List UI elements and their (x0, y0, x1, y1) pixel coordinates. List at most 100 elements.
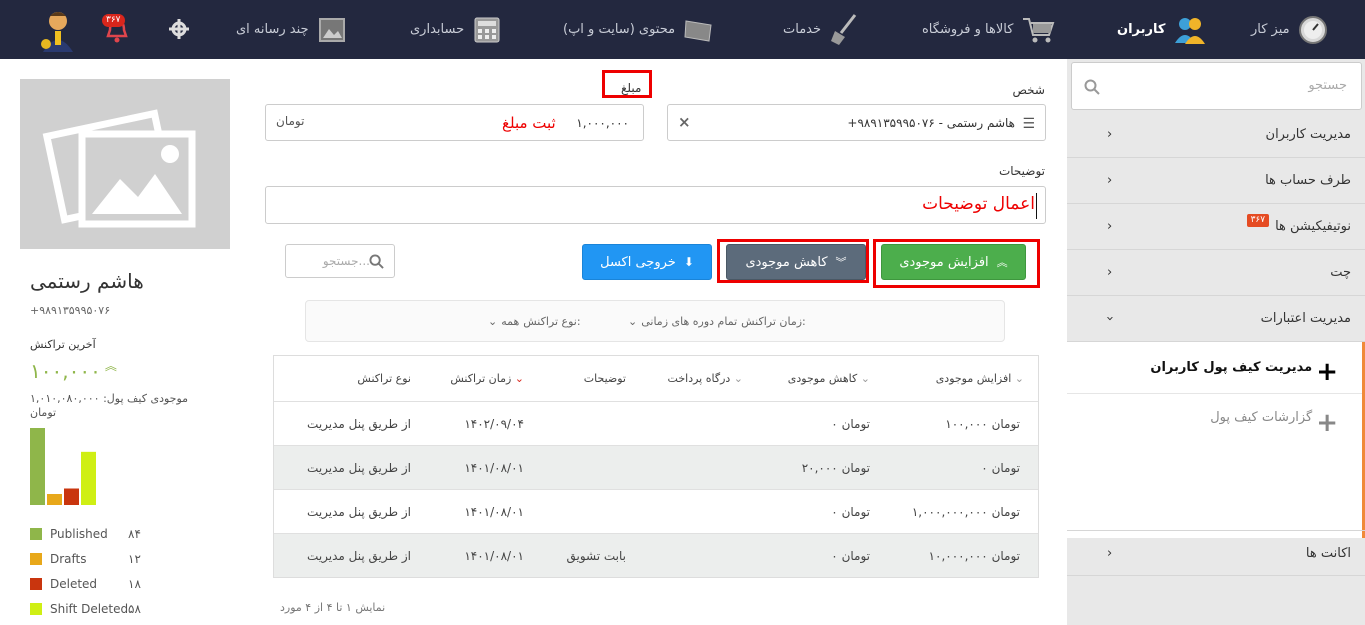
double-chevron-up-icon: ︽ (104, 358, 117, 373)
filter-bar: ⌄ تمام دوره های زمانی زمان تراکنش: ⌄ همه… (305, 300, 1005, 342)
right-sidebar: جستجو › مدیریت کاربران › طرف حساب ها › ۳… (1067, 59, 1365, 625)
speedometer-icon (1298, 15, 1327, 44)
notification-badge: ۳۶۷ (102, 14, 125, 27)
person-select[interactable]: ☰ +۹۸۹۱۳۵۹۹۵۰۷۶ - هاشم رستمی × (667, 104, 1046, 141)
legend-shift-deleted: Shift Deleted ۵۸ (30, 601, 150, 617)
header-decrease[interactable]: کاهش موجودی ⌄ (788, 356, 870, 401)
shopping-cart-icon (1023, 17, 1055, 42)
legend-swatch (30, 553, 42, 565)
top-navbar: میز کار کاربران کالاها و فروشگاه خدمات م… (0, 0, 1365, 59)
wallet-unit: تومان (30, 406, 57, 419)
amount-label-highlight (602, 70, 652, 98)
sidebar-item-accounts[interactable]: › اکانت ها (1067, 530, 1365, 576)
sidebar-item-chat[interactable]: › چت (1067, 250, 1365, 296)
last-transaction-label: آخرین تراکنش (30, 338, 96, 351)
search-icon (369, 254, 384, 269)
table-row[interactable]: ۱,۰۰۰,۰۰۰,۰۰۰ تومان ۰ تومان ۱۴۰۱/۰۸/۰۱ ا… (274, 489, 1038, 533)
notifications-button[interactable]: ۳۶۷ (102, 12, 132, 44)
chevron-left-icon: › (1107, 265, 1113, 280)
image-placeholder-icon (42, 109, 196, 228)
table-row[interactable]: ۱۰,۰۰۰,۰۰۰ تومان ۰ تومان بابت تشویق ۱۴۰۱… (274, 533, 1038, 577)
nav-accounting[interactable]: حسابداری (410, 0, 502, 59)
search-icon (1084, 79, 1100, 95)
clear-icon[interactable]: × (678, 113, 691, 131)
table-header: افزایش موجودی ⌄ کاهش موجودی ⌄ درگاه پردا… (274, 356, 1038, 401)
bar-deleted (64, 488, 79, 505)
wallet-balance: موجودی کیف پول: ۱,۰۱۰,۰۸۰,۰۰۰ (30, 392, 189, 405)
transactions-table: افزایش موجودی ⌄ کاهش موجودی ⌄ درگاه پردا… (273, 355, 1039, 578)
type-filter-dropdown[interactable]: ⌄ همه نوع تراکنش: (488, 315, 581, 328)
header-increase[interactable]: افزایش موجودی ⌄ (936, 356, 1024, 401)
nav-products-store[interactable]: کالاها و فروشگاه (922, 0, 1055, 59)
legend-drafts: Drafts ۱۲ (30, 551, 150, 567)
sidebar-item-credit-management[interactable]: › مدیریت اعتبارات (1067, 296, 1365, 342)
chevron-left-icon: › (1107, 219, 1113, 234)
chevron-left-icon: › (1107, 127, 1113, 142)
crosshair-icon (169, 19, 189, 39)
legend-published: Published ۸۴ (30, 526, 150, 542)
image-gallery-icon (318, 17, 345, 42)
chevron-down-icon: › (1102, 315, 1118, 322)
decrease-balance-button[interactable]: کاهش موجودی ︾ (726, 244, 866, 280)
chevron-down-icon: ⌄ (628, 315, 638, 328)
sort-icon: ⌄ (860, 372, 870, 385)
bar-published (30, 428, 45, 505)
header-type[interactable]: نوع تراکنش (357, 356, 411, 401)
user-avatar-icon (41, 12, 73, 52)
profile-phone: +۹۸۹۱۳۵۹۹۵۰۷۶ (30, 304, 111, 317)
table-row[interactable]: ۱۰۰,۰۰۰ تومان ۰ تومان ۱۴۰۲/۰۹/۰۴ از طریق… (274, 401, 1038, 445)
increase-balance-button[interactable]: افزایش موجودی ︽ (881, 244, 1026, 280)
sidebar-item-user-management[interactable]: › مدیریت کاربران (1067, 112, 1365, 158)
plus-icon: + (1316, 408, 1338, 438)
description-textarea[interactable]: اعمال توضیحات (265, 186, 1046, 224)
nav-dashboard[interactable]: میز کار (1251, 0, 1328, 59)
profile-name: هاشم رستمی (30, 269, 144, 293)
sidebar-notification-badge: ۳۶۷ (1246, 214, 1270, 227)
status-bar-chart (30, 428, 96, 505)
last-transaction-value: ۱۰۰,۰۰۰ ︽ (30, 358, 117, 384)
header-description[interactable]: توضیحات (584, 356, 626, 401)
legend-deleted: Deleted ۱۸ (30, 576, 150, 592)
download-icon: ⬇ (683, 255, 694, 269)
header-time[interactable]: زمان تراکنش ⌄ (450, 356, 524, 401)
nav-users[interactable]: کاربران (1117, 0, 1207, 59)
amount-input[interactable]: ۱,۰۰۰,۰۰۰ ثبت مبلغ تومان (265, 104, 644, 141)
person-label: شخص (1012, 83, 1045, 97)
crosshair-button[interactable] (168, 18, 190, 40)
credit-submenu: مدیریت کیف پول کاربران + گزارشات کیف پول… (1067, 342, 1365, 538)
profile-image (20, 79, 230, 249)
header-gateway[interactable]: درگاه پرداخت ⌄ (668, 356, 743, 401)
nav-multimedia[interactable]: چند رسانه ای (236, 0, 347, 59)
user-avatar[interactable] (38, 8, 78, 52)
table-search-input[interactable]: جستجو... (285, 244, 395, 278)
folder-icon (684, 19, 712, 42)
time-filter-dropdown[interactable]: ⌄ تمام دوره های زمانی زمان تراکنش: (628, 315, 806, 328)
broom-icon (831, 13, 857, 45)
chevron-left-icon: › (1107, 545, 1113, 561)
sidebar-item-accounts-parties[interactable]: › طرف حساب ها (1067, 158, 1365, 204)
profile-panel: هاشم رستمی +۹۸۹۱۳۵۹۹۵۰۷۶ آخرین تراکنش ۱۰… (0, 59, 245, 625)
double-chevron-up-icon: ︽ (996, 256, 1008, 269)
table-footer-info: نمایش ۱ تا ۴ از ۴ مورد (280, 601, 386, 614)
sort-icon: ⌄ (733, 372, 743, 385)
main-content: شخص ☰ +۹۸۹۱۳۵۹۹۵۰۷۶ - هاشم رستمی × مبلغ … (245, 59, 1065, 625)
legend-swatch (30, 603, 42, 615)
plus-icon: + (1316, 356, 1338, 387)
nav-services[interactable]: خدمات (783, 0, 859, 59)
text-cursor (1036, 193, 1037, 219)
legend-swatch (30, 528, 42, 540)
description-label: توضیحات (998, 164, 1045, 178)
chevron-left-icon: › (1107, 173, 1113, 188)
sidebar-search-input[interactable]: جستجو (1071, 62, 1362, 110)
legend-swatch (30, 578, 42, 590)
nav-content[interactable]: محتوی (سایت و اپ) (563, 0, 715, 59)
submenu-item-wallet-management[interactable]: مدیریت کیف پول کاربران + (1067, 342, 1362, 394)
excel-export-button[interactable]: خروجی اکسل ⬇ (582, 244, 712, 280)
list-icon: ☰ (1022, 116, 1035, 132)
users-icon (1175, 17, 1206, 44)
sidebar-item-notifications[interactable]: › ۳۶۷ نوتیفیکیشن ها (1067, 204, 1365, 250)
submenu-item-wallet-reports[interactable]: گزارشات کیف پول + (1067, 394, 1362, 440)
table-row[interactable]: ۰ تومان ۲۰,۰۰۰ تومان ۱۴۰۱/۰۸/۰۱ از طریق … (274, 445, 1038, 489)
bar-shift-deleted (81, 451, 96, 505)
bar-drafts (47, 494, 62, 505)
